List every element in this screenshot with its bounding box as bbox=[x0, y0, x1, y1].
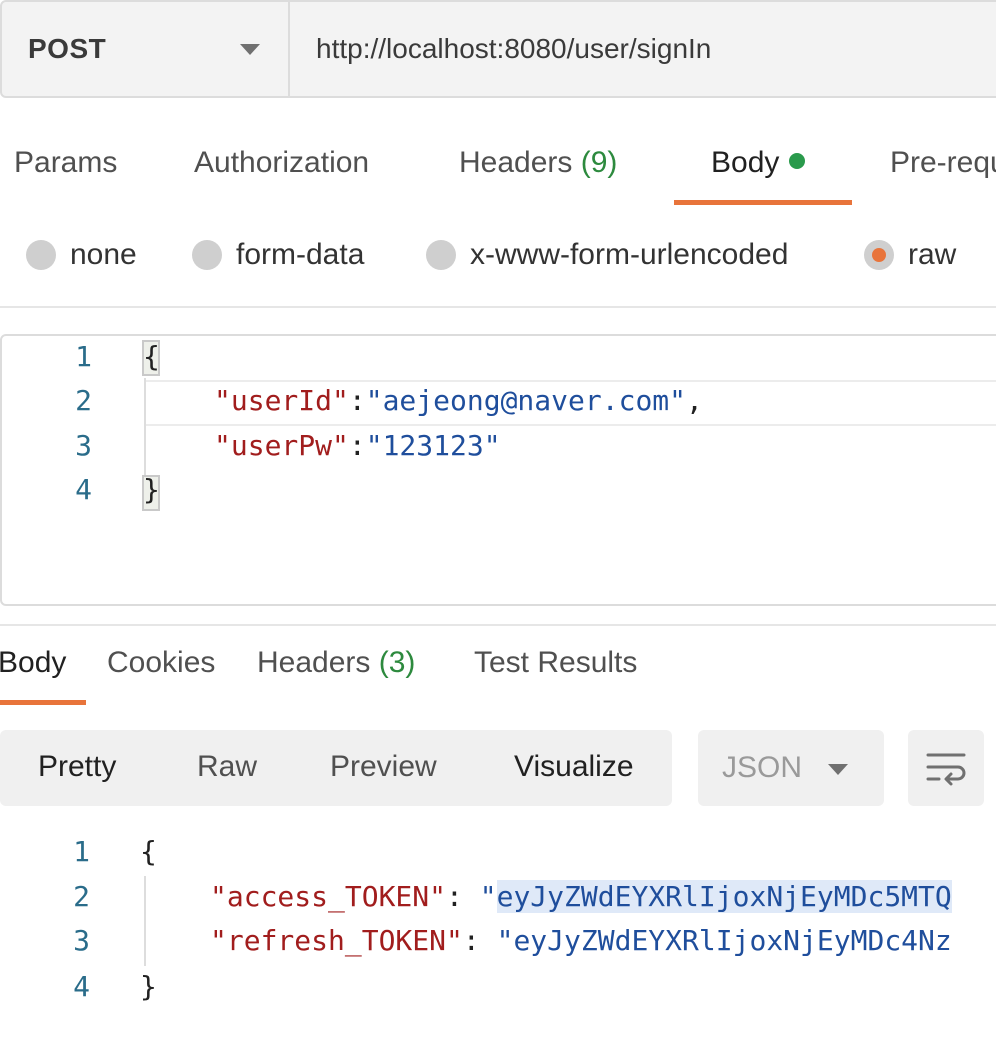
json-line: "userId":"aejeong@naver.com", bbox=[214, 384, 703, 417]
json-value: "aejeong@naver.com" bbox=[365, 384, 687, 417]
response-tab-headers-count: (3) bbox=[378, 646, 416, 679]
modified-dot-icon bbox=[789, 153, 806, 169]
request-bar: POST http://localhost:8080/user/signIn bbox=[0, 0, 996, 98]
radio-circle-icon bbox=[26, 240, 56, 270]
response-tab-headers[interactable]: Headers (3) bbox=[257, 646, 415, 680]
tab-pre-request-script[interactable]: Pre-requ bbox=[890, 146, 996, 180]
radio-form-data[interactable]: form-data bbox=[192, 238, 364, 272]
json-line: "refresh_TOKEN": "eyJyZWdEYXRlIjoxNjEyMD… bbox=[210, 924, 952, 957]
line-number: 4 bbox=[73, 970, 90, 1003]
radio-raw-label: raw bbox=[908, 238, 957, 271]
json-key: "userId" bbox=[214, 384, 349, 417]
tab-authorization[interactable]: Authorization bbox=[194, 146, 369, 180]
close-brace: } bbox=[143, 473, 160, 506]
radio-none[interactable]: none bbox=[26, 238, 137, 272]
line-number: 4 bbox=[75, 473, 92, 506]
json-key: "refresh_TOKEN" bbox=[210, 924, 463, 957]
open-brace: { bbox=[143, 340, 160, 373]
response-tab-test-results[interactable]: Test Results bbox=[474, 646, 637, 680]
close-brace: } bbox=[140, 970, 157, 1003]
divider bbox=[0, 306, 996, 308]
view-raw-button[interactable]: Raw bbox=[197, 750, 257, 784]
json-line: "access_TOKEN": "eyJyZWdEYXRlIjoxNjEyMDc… bbox=[210, 880, 952, 913]
wrap-lines-icon bbox=[926, 753, 966, 786]
indent-guide bbox=[144, 378, 146, 478]
radio-circle-icon bbox=[192, 240, 222, 270]
line-number: 1 bbox=[75, 340, 92, 373]
response-tab-body[interactable]: Body bbox=[0, 646, 66, 680]
line-number: 3 bbox=[75, 429, 92, 462]
divider bbox=[0, 624, 996, 626]
format-select[interactable]: JSON bbox=[698, 730, 884, 806]
active-response-tab-indicator bbox=[0, 700, 86, 705]
radio-form-data-label: form-data bbox=[236, 238, 365, 271]
line-number: 1 bbox=[73, 835, 90, 868]
json-value-selected[interactable]: eyJyZWdEYXRlIjoxNjEyMDc5MTQ bbox=[496, 880, 952, 913]
json-key: "userPw" bbox=[214, 429, 349, 462]
radio-none-label: none bbox=[70, 238, 137, 271]
json-value: "eyJyZWdEYXRlIjoxNjEyMDc4Nz bbox=[496, 924, 952, 957]
tab-params[interactable]: Params bbox=[14, 146, 117, 180]
response-tab-headers-label: Headers bbox=[257, 646, 371, 679]
radio-raw[interactable]: raw bbox=[864, 238, 956, 272]
response-tab-cookies[interactable]: Cookies bbox=[107, 646, 215, 680]
open-brace: { bbox=[140, 835, 157, 868]
url-input[interactable]: http://localhost:8080/user/signIn bbox=[316, 2, 711, 96]
line-number: 2 bbox=[73, 880, 90, 913]
json-value: "123123" bbox=[365, 429, 501, 462]
tab-headers-count: (9) bbox=[580, 146, 618, 179]
json-line: "userPw":"123123" bbox=[214, 429, 501, 462]
radio-urlencoded[interactable]: x-www-form-urlencoded bbox=[426, 238, 788, 272]
tab-headers[interactable]: Headers (9) bbox=[459, 146, 617, 180]
line-number: 2 bbox=[75, 384, 92, 417]
chevron-down-icon bbox=[240, 44, 260, 55]
view-visualize-button[interactable]: Visualize bbox=[514, 750, 634, 784]
chevron-down-icon bbox=[828, 764, 848, 775]
radio-circle-icon bbox=[426, 240, 456, 270]
json-key: "access_TOKEN" bbox=[210, 880, 447, 913]
radio-selected-icon bbox=[864, 240, 894, 270]
method-select[interactable]: POST bbox=[2, 2, 290, 96]
line-number: 3 bbox=[73, 924, 90, 957]
indent-guide bbox=[144, 876, 146, 966]
tab-body-label: Body bbox=[711, 146, 780, 179]
method-label: POST bbox=[28, 33, 107, 64]
active-tab-indicator bbox=[674, 200, 852, 205]
view-pretty-button[interactable]: Pretty bbox=[38, 750, 116, 784]
wrap-lines-button[interactable] bbox=[908, 730, 984, 806]
radio-urlencoded-label: x-www-form-urlencoded bbox=[470, 238, 789, 271]
tab-headers-label: Headers bbox=[459, 146, 573, 179]
format-label: JSON bbox=[722, 751, 803, 784]
tab-body[interactable]: Body bbox=[711, 146, 806, 180]
json-value-quote: " bbox=[479, 880, 497, 913]
view-preview-button[interactable]: Preview bbox=[330, 750, 437, 784]
